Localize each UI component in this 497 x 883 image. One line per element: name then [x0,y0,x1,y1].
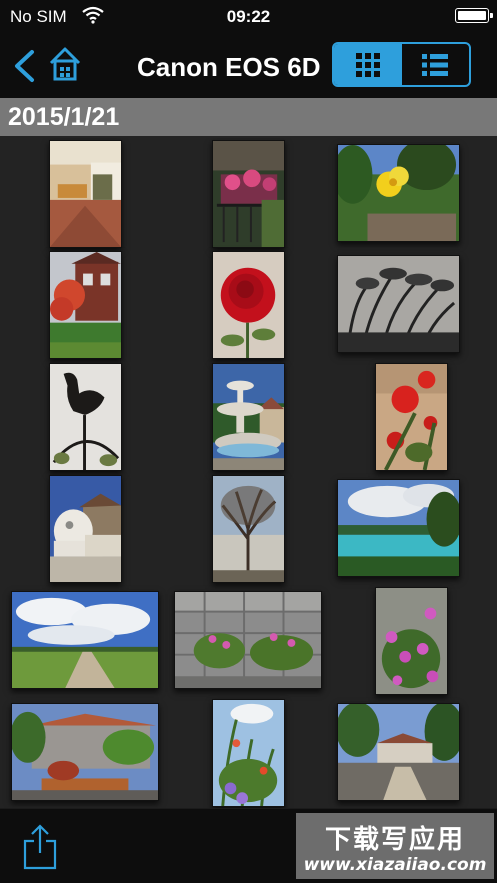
photo-thumbnail-restaurant-terrace[interactable] [49,140,122,248]
grid-view-button[interactable] [334,44,402,85]
home-button[interactable] [48,46,82,82]
beach-bay-image [338,480,459,576]
yellow-hibiscus-image [338,145,459,241]
stone-wall-flowers-image [175,592,321,688]
date-label: 2015/1/21 [8,103,120,131]
list-view-button[interactable] [402,44,470,85]
red-rose-image [213,252,284,358]
photo-thumbnail-village-house[interactable] [337,703,460,801]
photo-thumbnail-bare-tree[interactable] [212,475,285,583]
photo-thumbnail-pink-flowers[interactable] [375,587,448,695]
pink-flowers-image [376,588,447,694]
home-icon [49,47,81,81]
photo-thumbnail-yellow-hibiscus[interactable] [337,144,460,242]
restaurant-terrace-image [50,141,121,247]
page-title: Canon EOS 6D [137,52,321,82]
view-mode-toggle [332,42,471,87]
silver-grass-image [338,256,459,352]
watermark-url: www.xiazaiiao.com [303,855,487,875]
photo-thumbnail-beach-bay[interactable] [337,479,460,577]
navigation-bar: Canon EOS 6D [0,32,497,98]
photo-thumbnail-rooster-weathervane[interactable] [49,363,122,471]
rooster-weathervane-image [50,364,121,470]
grid-icon [355,52,380,77]
lion-statue-image [50,476,121,582]
date-section-header: 2015/1/21 [0,98,497,136]
photo-thumbnail-red-rose[interactable] [212,251,285,359]
status-bar: No SIM 09:22 [0,0,497,32]
photo-thumbnail-balcony-flowers[interactable] [212,140,285,248]
photo-thumbnail-stone-wall-flowers[interactable] [174,591,322,689]
balcony-flowers-image [213,141,284,247]
red-flowers-image [376,364,447,470]
battery-icon [455,8,493,23]
back-button[interactable] [10,49,38,83]
watermark: 下载写应用 www.xiazaiiao.com [296,813,494,879]
bare-tree-image [213,476,284,582]
photo-thumbnail-red-flowers[interactable] [375,363,448,471]
status-time: 09:22 [226,7,271,26]
photo-thumbnail-garden-fountain[interactable] [212,363,285,471]
garden-fountain-image [213,364,284,470]
watermark-title: 下载写应用 [324,825,465,855]
share-icon [23,824,57,870]
wildflowers-image [213,700,284,806]
photo-thumbnail-red-tree-house[interactable] [49,251,122,359]
chevron-left-icon [15,50,34,82]
photo-grid [0,138,497,808]
red-tree-house-image [50,252,121,358]
tiled-roof-house-image [12,704,158,800]
country-road-image [12,592,158,688]
photo-thumbnail-wildflowers[interactable] [212,699,285,807]
bottom-toolbar: 下载写应用 www.xiazaiiao.com [0,808,497,883]
village-house-image [338,704,459,800]
list-icon [422,53,449,76]
photo-thumbnail-lion-statue[interactable] [49,475,122,583]
share-button[interactable] [22,823,58,871]
photo-thumbnail-country-road[interactable] [11,591,159,689]
photo-thumbnail-tiled-roof-house[interactable] [11,703,159,801]
photo-thumbnail-silver-grass[interactable] [337,255,460,353]
